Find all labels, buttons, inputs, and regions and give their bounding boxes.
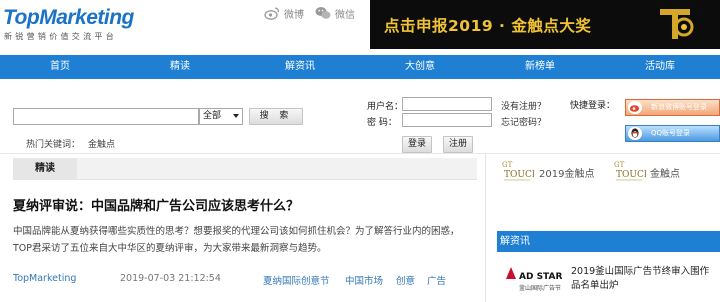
ad-banner[interactable]: 点击申报2019 · 金触点大奖 [370, 0, 720, 49]
qq-login-label: QQ账号登录 [651, 129, 691, 137]
promo-link-2019[interactable]: 2019金触点 [539, 165, 594, 180]
golden-touch-logo-icon [660, 9, 694, 39]
article-title[interactable]: 夏纳评审说：中国品牌和广告公司应该思考什么？ [13, 195, 299, 214]
article-tag[interactable]: 创意 [396, 273, 415, 287]
hot-keyword-link[interactable]: 金触点 [88, 140, 115, 150]
column-divider [485, 154, 486, 302]
weixin-label: 微信 [335, 9, 355, 21]
logo-text: TopMarketing [3, 6, 134, 29]
nav-news[interactable]: 解资讯 [240, 55, 360, 79]
content-tab-bar [13, 158, 477, 180]
content-divider [0, 153, 720, 154]
main-nav: 首页 精读 解资讯 大创意 新榜单 活动库 [0, 55, 720, 79]
dropdown-arrow-icon [233, 114, 239, 118]
article-tag[interactable]: 中国市场 [345, 273, 383, 287]
hot-keywords-label: 热门关键词： [26, 140, 81, 150]
site-logo[interactable]: TopMarketing 新锐营销价值交流平台 [3, 6, 178, 46]
golden-touch-touch-logo-icon[interactable]: GT TOUCH [500, 159, 534, 185]
login-button[interactable]: 登录 [402, 136, 432, 153]
forgot-password-link[interactable]: 忘记密码？ [501, 115, 546, 128]
svg-text:TOUCH: TOUCH [504, 170, 534, 180]
article-date: 2019-07-03 21:12:54 [120, 273, 221, 284]
nav-creative[interactable]: 大创意 [360, 55, 480, 79]
news-thumbnail[interactable]: AD STARS 釜山国际广告节 [503, 263, 569, 302]
qq-penguin-icon [628, 127, 642, 140]
register-link[interactable]: 没有注册？ [501, 99, 546, 112]
weixin-link[interactable]: 微信 [315, 5, 355, 21]
wechat-icon [315, 7, 331, 19]
svg-text:GT: GT [502, 161, 513, 169]
search-category-select[interactable]: 全部 [199, 108, 243, 125]
article-tag[interactable]: 夏纳国际创意节 [263, 273, 330, 287]
header: TopMarketing 新锐营销价值交流平台 微博 微信 点击申报2019 ·… [0, 0, 720, 54]
search-category-value: 全部 [203, 111, 222, 121]
article-tag[interactable]: 广告 [427, 273, 446, 287]
nav-events[interactable]: 活动库 [600, 55, 720, 79]
svg-text:TOUCH: TOUCH [616, 170, 646, 180]
thumb-text: AD STARS [519, 272, 563, 282]
weibo-icon [264, 7, 280, 20]
article-author[interactable]: TopMarketing [13, 273, 76, 284]
nav-featured[interactable]: 精读 [120, 55, 240, 79]
tab-featured[interactable]: 精读 [13, 158, 77, 180]
password-label: 密 码： [367, 118, 397, 128]
svg-text:GT: GT [614, 161, 625, 169]
sidebar-news-title[interactable]: 2019釜山国际广告节终审入围作品名单出炉 [571, 265, 711, 293]
nav-rankings[interactable]: 新榜单 [480, 55, 600, 79]
weibo-label: 微博 [284, 9, 304, 21]
golden-touch-festival-logo-icon[interactable]: GT TOUCH [612, 159, 646, 185]
promo-link-golden-touch[interactable]: 金触点 [650, 165, 680, 180]
ad-stars-logo-icon: AD STARS 釜山国际广告节 [506, 267, 569, 292]
thumb-subtitle: 釜山国际广告节 [519, 284, 561, 292]
username-label: 用户名： [367, 102, 404, 112]
username-field[interactable] [402, 97, 492, 111]
quick-login-label: 快捷登录： [570, 101, 616, 111]
weibo-login-button[interactable]: 新浪微博账号登录 [625, 99, 720, 116]
qq-login-button[interactable]: QQ账号登录 [625, 125, 720, 142]
register-button[interactable]: 注册 [443, 136, 473, 153]
weibo-link[interactable]: 微博 [264, 5, 304, 21]
article-summary: 中国品牌能从夏纳获得哪些实质性的思考？想要报奖的代理公司该如何抓住机会？为了解答… [13, 226, 460, 254]
weibo-icon [628, 101, 642, 114]
logo-subtitle: 新锐营销价值交流平台 [4, 32, 117, 41]
hot-keywords: 热门关键词： 金触点 [26, 137, 123, 150]
password-field[interactable] [402, 113, 492, 127]
nav-home[interactable]: 首页 [0, 55, 120, 79]
search-input[interactable] [13, 108, 199, 125]
weibo-login-label: 新浪微博账号登录 [651, 103, 707, 111]
sidebar-section-news[interactable]: 解资讯 [497, 231, 720, 252]
banner-text: 点击申报2019 · 金触点大奖 [384, 17, 592, 35]
search-button[interactable]: 搜 索 [249, 108, 303, 125]
